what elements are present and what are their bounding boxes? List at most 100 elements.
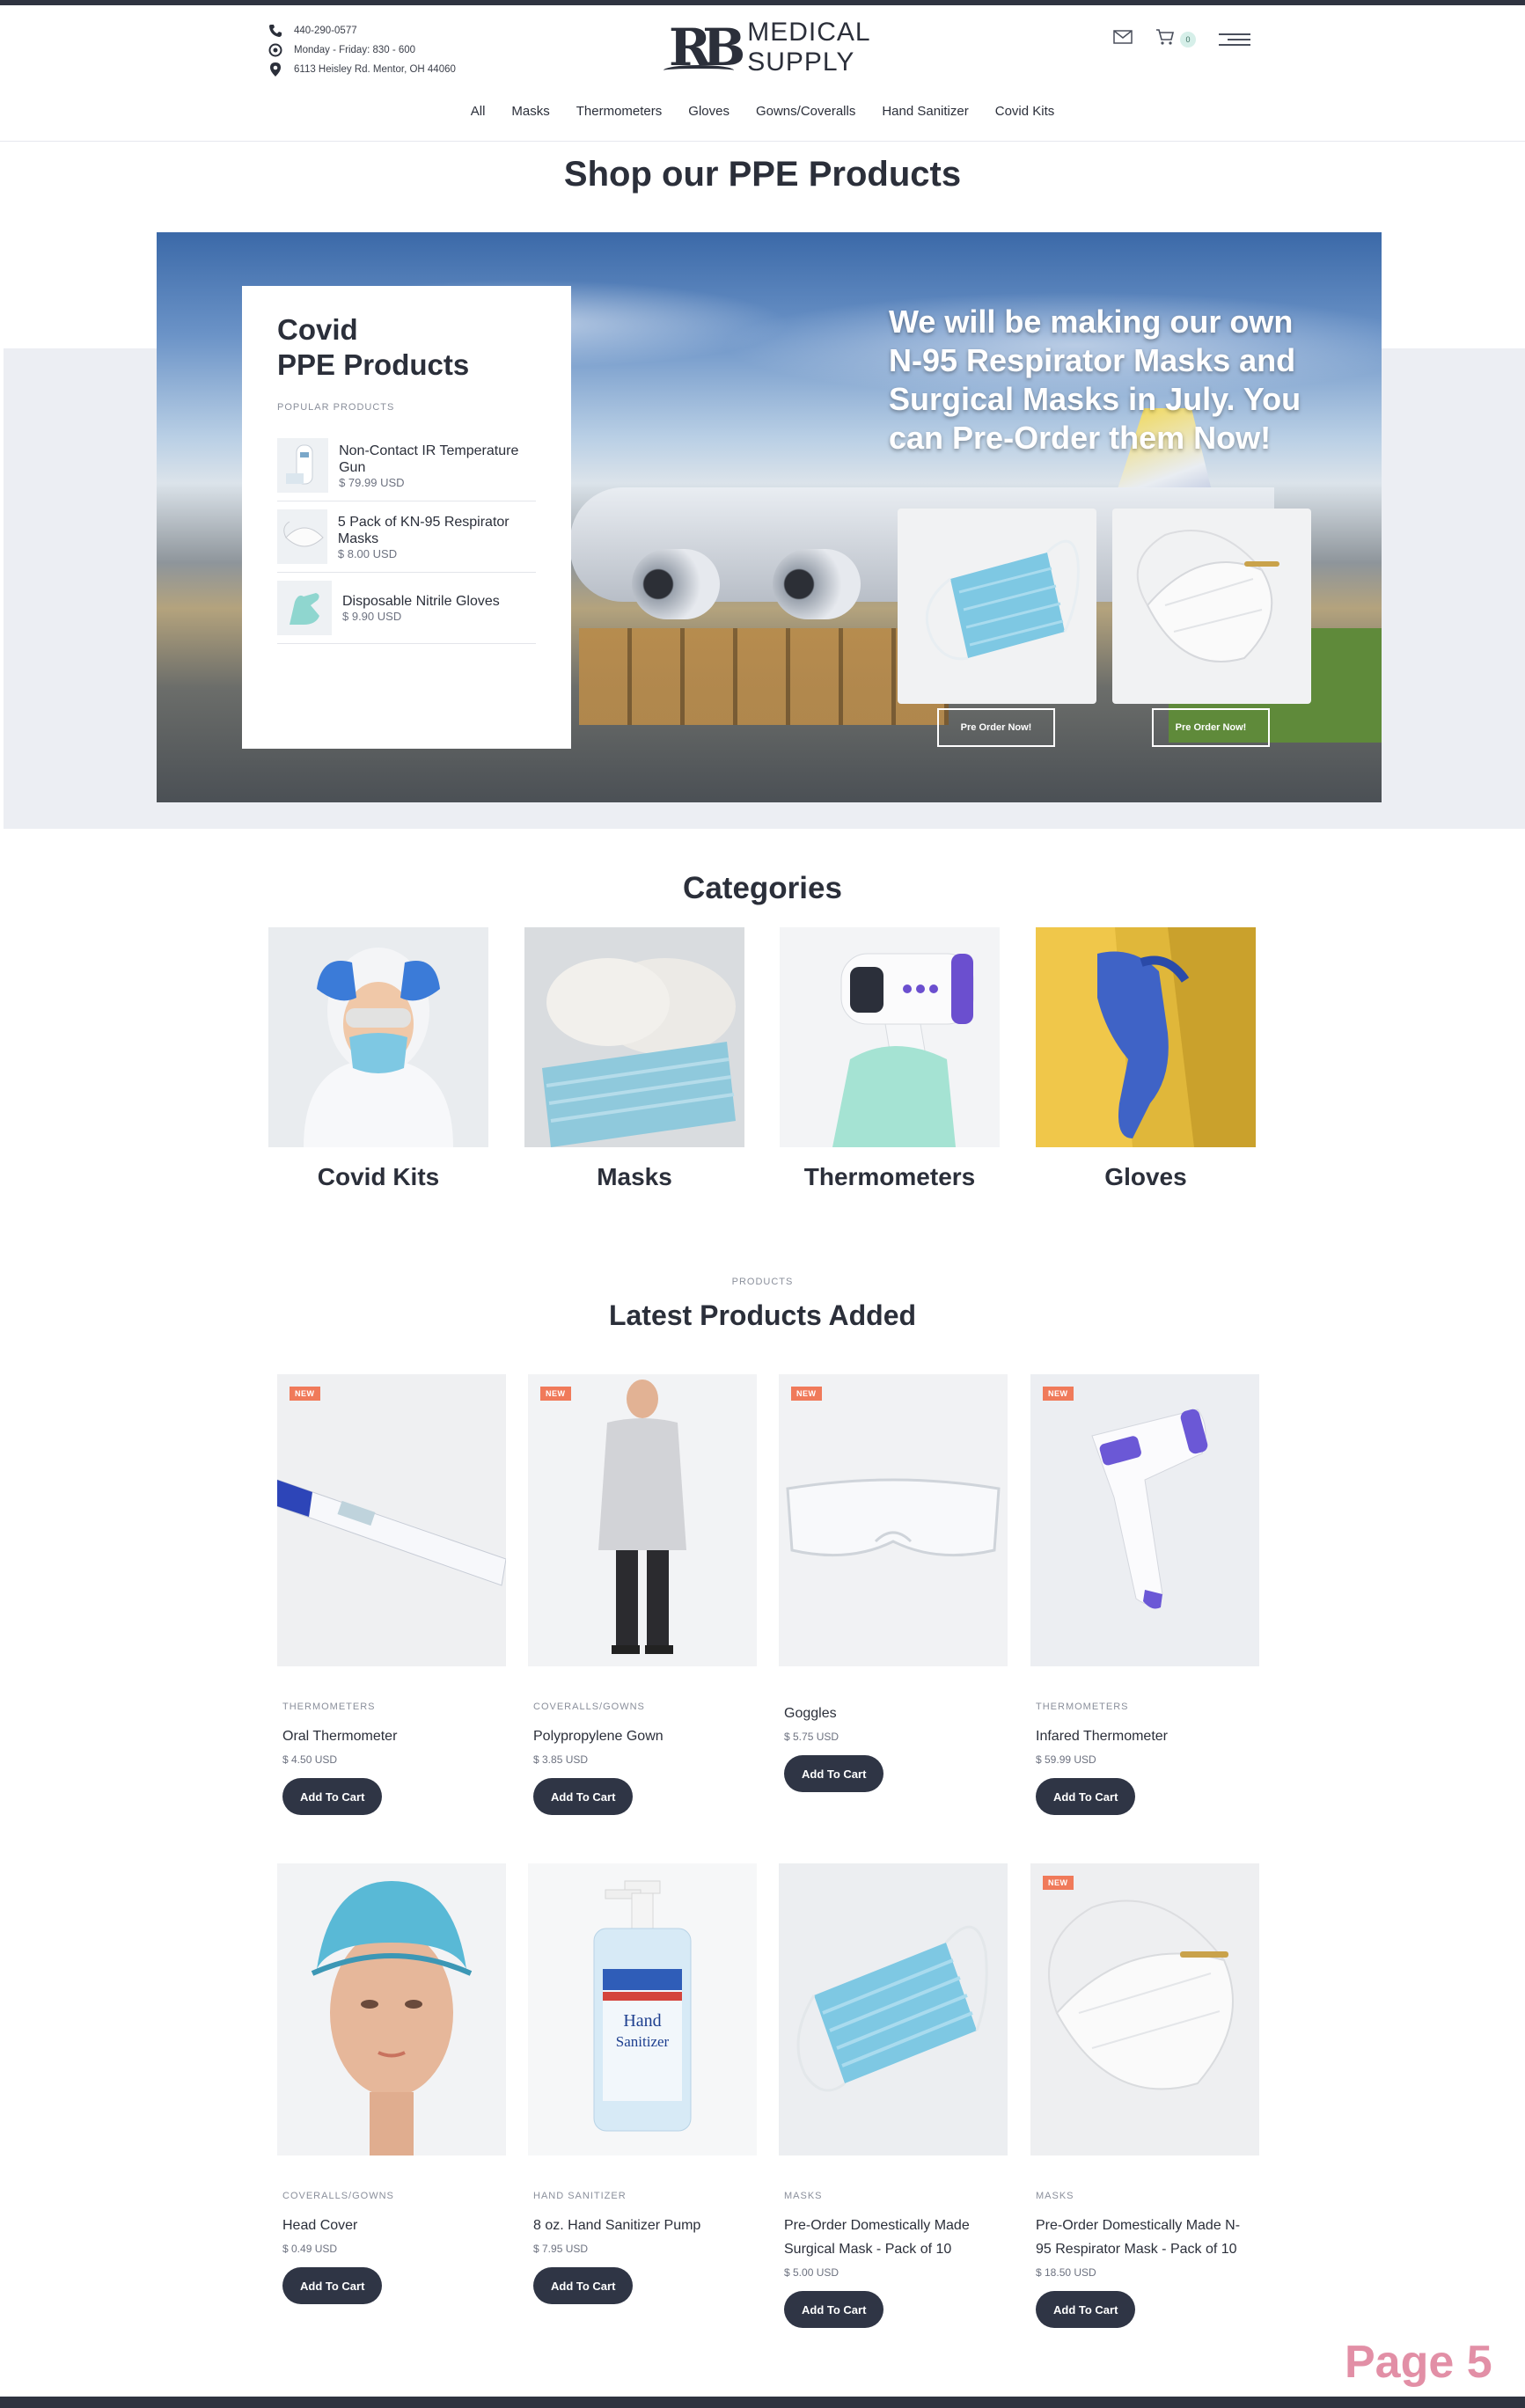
new-badge: NEW	[1043, 1876, 1074, 1890]
product-price: $ 5.75 USD	[784, 1731, 839, 1743]
airplane-engine-image	[632, 549, 720, 619]
product-name[interactable]: Pre-Order Domestically Made N-95 Respira…	[1036, 2214, 1254, 2261]
add-to-cart-button[interactable]: Add To Cart	[784, 1755, 884, 1792]
add-to-cart-button[interactable]: Add To Cart	[784, 2291, 884, 2328]
category-label: Masks	[597, 1163, 672, 1190]
goggles-image: NEW	[779, 1374, 1008, 1666]
product-price: $ 18.50 USD	[1036, 2266, 1096, 2279]
popular-product-name: Non-Contact IR Temperature Gun	[339, 443, 519, 475]
nav-item-covid-kits[interactable]: Covid Kits	[995, 104, 1055, 119]
add-to-cart-button[interactable]: Add To Cart	[1036, 2291, 1136, 2328]
product-price: $ 4.50 USD	[282, 1753, 338, 1766]
category-label: Covid Kits	[317, 1163, 440, 1190]
products-kicker: PRODUCTS	[731, 1277, 794, 1287]
add-to-cart-button[interactable]: Add To Cart	[282, 2267, 383, 2304]
nav-item-masks[interactable]: Masks	[511, 104, 549, 119]
cart-button[interactable]: 0	[1155, 28, 1196, 50]
add-to-cart-button[interactable]: Add To Cart	[533, 2267, 634, 2304]
polypropylene-gown-image: NEW	[528, 1374, 757, 1666]
nav-item-hand-sanitizer[interactable]: Hand Sanitizer	[882, 104, 968, 119]
logo-swoosh	[664, 65, 734, 76]
nav-item-gloves[interactable]: Gloves	[688, 104, 730, 119]
popular-product-item[interactable]: Disposable Nitrile Gloves $ 9.90 USD	[277, 573, 536, 644]
popular-card-title-line-2: PPE Products	[277, 348, 470, 381]
hero-banner: Covid PPE Products POPULAR PRODUCTS Non-…	[157, 232, 1382, 802]
popular-product-item[interactable]: 5 Pack of KN-95 Respirator Masks $ 8.00 …	[277, 501, 536, 573]
add-to-cart-button[interactable]: Add To Cart	[282, 1778, 383, 1815]
nav-item-gowns-coveralls[interactable]: Gowns/Coveralls	[756, 104, 855, 119]
logo-line-1: MEDICAL	[747, 18, 871, 47]
airplane-engine-image	[773, 549, 861, 619]
n95-mask-preorder-image	[1112, 509, 1311, 704]
bottom-rule	[0, 2397, 1525, 2408]
product-category: HAND SANITIZER	[533, 2191, 627, 2201]
product-category: MASKS	[1036, 2191, 1074, 2201]
product-card[interactable]: COVERALLS/GOWNS Head Cover $ 0.49 USD Ad…	[277, 1863, 506, 2304]
nav-item-thermometers[interactable]: Thermometers	[576, 104, 663, 119]
product-card[interactable]: NEW COVERALLS/GOWNS Polypropylene Gown $…	[528, 1374, 757, 1815]
nav-item-all[interactable]: All	[471, 104, 486, 119]
contact-info: 440-290-0577 Monday - Friday: 830 - 600 …	[266, 21, 456, 79]
preorder-surgical-mask-button[interactable]: Pre Order Now!	[937, 708, 1055, 747]
surgical-mask-image	[779, 1863, 1008, 2155]
product-card[interactable]: NEW Goggles $ 5.75 USD Add To Cart	[779, 1374, 1008, 1792]
product-name[interactable]: 8 oz. Hand Sanitizer Pump	[533, 2214, 752, 2237]
popular-products-kicker: POPULAR PRODUCTS	[277, 402, 395, 413]
product-name[interactable]: Goggles	[784, 1702, 1002, 1725]
phone-number: 440-290-0577	[294, 26, 357, 36]
product-name[interactable]: Infared Thermometer	[1036, 1724, 1254, 1748]
new-badge: NEW	[290, 1387, 320, 1401]
surgical-mask-preorder-image	[898, 509, 1096, 704]
product-name[interactable]: Oral Thermometer	[282, 1724, 501, 1748]
product-category: COVERALLS/GOWNS	[282, 2191, 394, 2201]
street-address: 6113 Heisley Rd. Mentor, OH 44060	[294, 64, 456, 75]
category-nav: All Masks Thermometers Gloves Gowns/Cove…	[0, 104, 1525, 119]
product-card[interactable]: MASKS Pre-Order Domestically Made Surgic…	[779, 1863, 1008, 2328]
hero-headline: We will be making our own N-95 Respirato…	[889, 304, 1301, 456]
clock-icon	[266, 42, 285, 58]
category-gloves[interactable]: Gloves	[1036, 927, 1256, 1191]
popular-product-item[interactable]: Non-Contact IR Temperature Gun $ 79.99 U…	[277, 430, 536, 501]
product-category: THERMOMETERS	[282, 1702, 376, 1712]
categories-title: Categories	[683, 871, 842, 905]
page-number-label: Page 5	[1345, 2337, 1492, 2388]
n95-respirator-mask-image: NEW	[1030, 1863, 1259, 2155]
preorder-n95-mask-button[interactable]: Pre Order Now!	[1152, 708, 1270, 747]
contact-phone[interactable]: 440-290-0577	[266, 21, 456, 40]
svg-text:Sanitizer: Sanitizer	[616, 2033, 670, 2050]
category-covid-kits[interactable]: Covid Kits	[268, 927, 488, 1191]
contact-address[interactable]: 6113 Heisley Rd. Mentor, OH 44060	[266, 60, 456, 79]
popular-product-name: Disposable Nitrile Gloves	[342, 594, 500, 609]
header-actions: 0	[1113, 28, 1250, 50]
new-badge: NEW	[791, 1387, 822, 1401]
product-category: COVERALLS/GOWNS	[533, 1702, 645, 1712]
product-card[interactable]: NEW MASKS Pre-Order Domestically Made N-…	[1030, 1863, 1259, 2328]
product-name[interactable]: Polypropylene Gown	[533, 1724, 752, 1748]
menu-icon[interactable]	[1219, 33, 1250, 46]
location-pin-icon	[266, 62, 285, 77]
head-cover-image	[277, 1863, 506, 2155]
site-logo[interactable]: RB MEDICAL SUPPLY	[664, 18, 871, 77]
product-card[interactable]: NEW THERMOMETERS Oral Thermometer $ 4.50…	[277, 1374, 506, 1815]
product-card[interactable]: NEW THERMOMETERS Infared Thermometer $ 5…	[1030, 1374, 1259, 1815]
gloves-category-image	[1036, 927, 1256, 1147]
category-masks[interactable]: Masks	[524, 927, 744, 1191]
logo-wordmark: MEDICAL SUPPLY	[747, 18, 870, 77]
masks-category-image	[524, 927, 744, 1147]
category-thermometers[interactable]: Thermometers	[780, 927, 1000, 1191]
product-card[interactable]: Hand Sanitizer HAND SANITIZER 8 oz. Hand…	[528, 1863, 757, 2304]
popular-product-price: $ 9.90 USD	[342, 610, 402, 623]
product-name[interactable]: Head Cover	[282, 2214, 501, 2237]
logo-mark: RB	[664, 21, 745, 74]
popular-product-name: 5 Pack of KN-95 Respirator Masks	[337, 514, 510, 546]
product-name[interactable]: Pre-Order Domestically Made Surgical Mas…	[784, 2214, 1002, 2261]
thermometers-category-image	[780, 927, 1000, 1147]
hand-sanitizer-image: Hand Sanitizer	[528, 1863, 757, 2155]
category-label: Thermometers	[803, 1163, 976, 1190]
add-to-cart-button[interactable]: Add To Cart	[533, 1778, 634, 1815]
add-to-cart-button[interactable]: Add To Cart	[1036, 1778, 1136, 1815]
category-label: Gloves	[1104, 1163, 1187, 1190]
phone-icon	[266, 23, 285, 39]
mail-icon[interactable]	[1113, 30, 1133, 48]
popular-card-title: Covid PPE Products	[277, 312, 536, 383]
